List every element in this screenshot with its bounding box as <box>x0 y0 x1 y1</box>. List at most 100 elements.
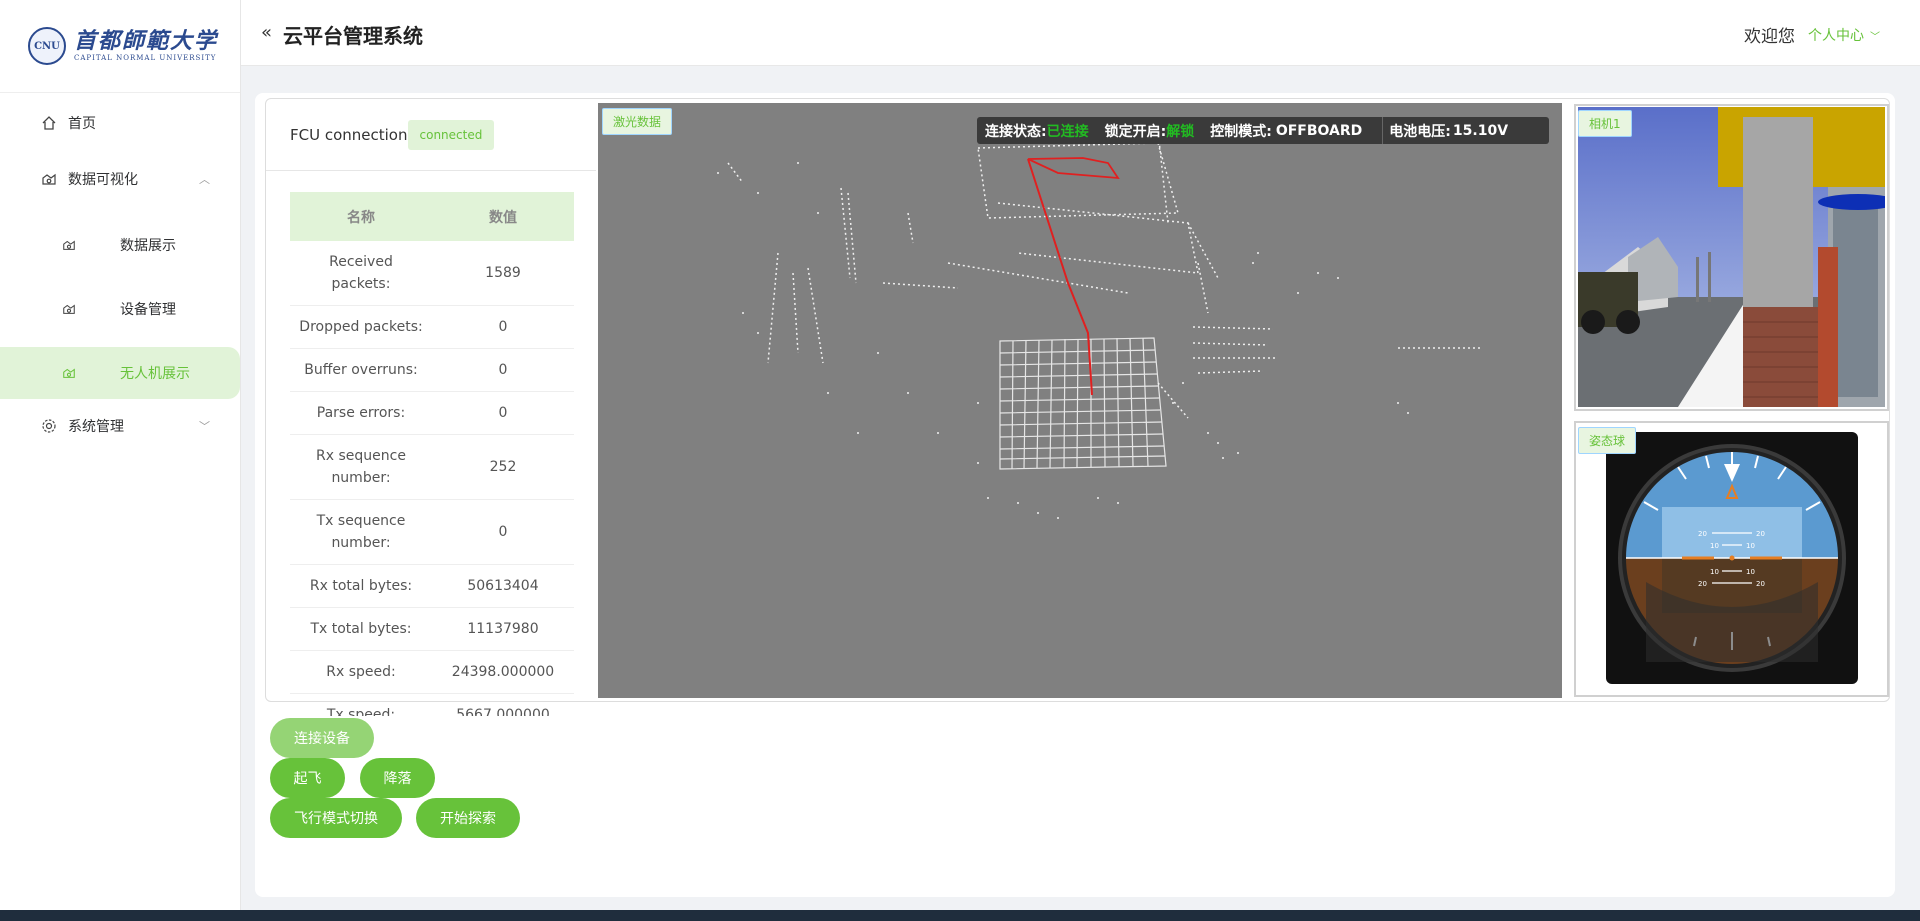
sidebar-item-label: 系统管理 <box>68 419 124 435</box>
logo-name-en: CAPITAL NORMAL UNIVERSITY <box>74 54 217 62</box>
control-mode-label: 控制模式: <box>1210 123 1272 140</box>
table-row: Dropped packets: 0 <box>290 305 574 349</box>
cell-value: 252 <box>432 434 574 500</box>
cell-value: 0 <box>432 391 574 435</box>
sidebar: CNU 首都師範大学 CAPITAL NORMAL UNIVERSITY 首页 … <box>0 0 241 921</box>
column-header-name: 名称 <box>290 192 432 241</box>
home-icon <box>40 114 58 132</box>
top-header: « 云平台管理系统 欢迎您 个人中心 ﹀ <box>241 0 1920 66</box>
camera-feed <box>1578 107 1885 407</box>
land-button[interactable]: 降落 <box>360 758 435 798</box>
pitch-scale-label: 10 <box>1710 568 1719 576</box>
lock-status-label: 锁定开启: <box>1104 123 1167 140</box>
divider <box>266 170 596 171</box>
camera-scene <box>1578 107 1885 407</box>
attitude-ball: 20 20 10 10 10 10 20 20 <box>1618 444 1846 672</box>
sidebar-item-uav-display[interactable]: 无人机展示 <box>0 347 240 399</box>
cell-value: 11137980 <box>432 607 574 651</box>
status-badge: connected <box>407 120 495 150</box>
table-row: Tx total bytes: 11137980 <box>290 607 574 651</box>
chart-icon <box>60 364 78 382</box>
lidar-tag: 激光数据 <box>602 108 673 135</box>
pitch-scale-label: 20 <box>1698 580 1707 588</box>
pitch-scale-label: 10 <box>1746 568 1755 576</box>
table-row: Buffer overruns: 0 <box>290 348 574 392</box>
flight-mode-switch-button[interactable]: 飞行模式切换 <box>270 798 402 838</box>
lidar-point-cloud <box>717 130 1483 519</box>
table-row: Rx speed: 24398.000000 <box>290 650 574 694</box>
cell-name: Tx sequence number: <box>290 499 432 565</box>
chevron-down-icon: ﹀ <box>199 420 210 433</box>
page-title: 云平台管理系统 <box>283 24 423 48</box>
sidebar-item-label: 数据可视化 <box>68 172 138 188</box>
cell-value: 24398.000000 <box>432 650 574 694</box>
user-center-label: 个人中心 <box>1808 28 1864 44</box>
battery-voltage-value: 15.10V <box>1452 122 1509 139</box>
logo-name-cn: 首都師範大学 <box>74 28 219 54</box>
table-row: Rx total bytes: 50613404 <box>290 564 574 608</box>
chart-icon <box>60 300 78 318</box>
lock-status-value: 解锁 <box>1166 123 1195 140</box>
lidar-scatter-points <box>717 162 1409 519</box>
cell-name: Rx total bytes: <box>290 564 432 608</box>
cell-value: 50613404 <box>432 564 574 608</box>
attitude-tag: 姿态球 <box>1578 427 1637 454</box>
chart-icon <box>60 236 78 254</box>
connection-status-label: 连接状态: <box>985 123 1047 140</box>
sidebar-item-device-mgmt[interactable]: 设备管理 <box>0 283 240 335</box>
uav-trajectory <box>1027 158 1093 396</box>
cell-value: 0 <box>432 305 574 349</box>
user-center-dropdown[interactable]: 个人中心 ﹀ <box>1808 25 1880 45</box>
table-header-row: 名称 数值 <box>290 192 574 241</box>
cell-value: 0 <box>432 499 574 565</box>
welcome-text: 欢迎您 <box>1744 27 1795 47</box>
uav-status-bar: 连接状态: 已连接 锁定开启: 解锁 控制模式: OFFBOARD 电池电压: … <box>977 117 1549 144</box>
connection-status-value: 已连接 <box>1046 123 1089 140</box>
chart-icon <box>40 170 58 188</box>
collapse-sidebar-icon[interactable]: « <box>261 22 272 43</box>
os-taskbar <box>0 910 1920 921</box>
cell-value: 0 <box>432 348 574 392</box>
cell-name: Dropped packets: <box>290 305 432 349</box>
lidar-view[interactable] <box>598 103 1562 698</box>
fcu-stats-table: 名称 数值 Received packets: 1589 Dropped pack… <box>290 192 574 737</box>
table-row: Received packets: 1589 <box>290 241 574 306</box>
connect-device-button[interactable]: 连接设备 <box>270 718 374 758</box>
pitch-scale-label: 10 <box>1710 542 1719 550</box>
pitch-scale-label: 20 <box>1698 530 1707 538</box>
takeoff-button[interactable]: 起飞 <box>270 758 345 798</box>
cell-name: Received packets: <box>290 241 432 306</box>
chevron-down-icon: ﹀ <box>1870 32 1880 43</box>
cell-name: Rx sequence number: <box>290 434 432 500</box>
divider <box>1382 117 1384 144</box>
uav-trajectory-head <box>1027 157 1120 180</box>
table-row: Rx sequence number: 252 <box>290 434 574 500</box>
ground-grid <box>999 337 1167 470</box>
fcu-connection-label: FCU connection <box>290 126 408 144</box>
cell-name: Tx total bytes: <box>290 607 432 651</box>
pitch-scale-label: 20 <box>1756 580 1765 588</box>
sidebar-item-label: 设备管理 <box>120 302 176 318</box>
sidebar-item-home[interactable]: 首页 <box>0 97 240 149</box>
sidebar-item-data-display[interactable]: 数据展示 <box>0 219 240 271</box>
cell-name: Rx speed: <box>290 650 432 694</box>
sidebar-item-label: 无人机展示 <box>120 366 190 382</box>
battery-voltage-label: 电池电压: <box>1389 123 1451 140</box>
table-row: Parse errors: 0 <box>290 391 574 435</box>
cell-name: Parse errors: <box>290 391 432 435</box>
table-row: Tx sequence number: 0 <box>290 499 574 565</box>
camera-tag: 相机1 <box>1578 110 1632 137</box>
sidebar-item-label: 数据展示 <box>120 238 176 254</box>
logo-badge-icon: CNU <box>28 27 66 65</box>
university-logo: CNU 首都師範大学 CAPITAL NORMAL UNIVERSITY <box>0 0 240 93</box>
pitch-scale-label: 10 <box>1746 542 1755 550</box>
sidebar-item-dataviz[interactable]: 数据可视化 ︿ <box>0 153 240 205</box>
start-explore-button[interactable]: 开始探索 <box>416 798 520 838</box>
cell-value: 1589 <box>432 241 574 306</box>
control-mode-value: OFFBOARD <box>1275 122 1363 139</box>
sidebar-item-system-mgmt[interactable]: 系统管理 ﹀ <box>0 400 240 452</box>
attitude-indicator: 20 20 10 10 10 10 20 20 <box>1606 432 1858 684</box>
cell-name: Buffer overruns: <box>290 348 432 392</box>
pitch-scale-label: 20 <box>1756 530 1765 538</box>
gear-icon <box>40 417 58 435</box>
